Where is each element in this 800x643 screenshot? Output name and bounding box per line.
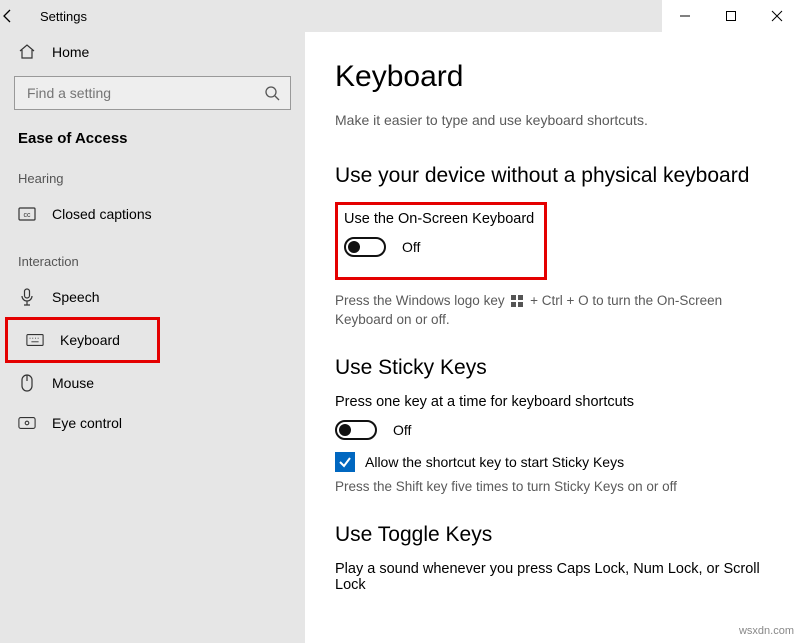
sidebar: Home Ease of Access Hearing cc Closed ca… (0, 32, 305, 643)
keyboard-icon (26, 331, 44, 349)
main-content: Keyboard Make it easier to type and use … (305, 32, 800, 643)
osk-toggle-state: Off (402, 239, 420, 255)
windows-logo-icon (511, 295, 523, 307)
search-input[interactable] (25, 84, 229, 102)
osk-hint: Press the Windows logo key + Ctrl + O to… (335, 292, 770, 330)
nav-speech[interactable]: Speech (0, 277, 305, 317)
osk-toggle[interactable] (344, 237, 386, 257)
section-heading: Use Sticky Keys (335, 356, 770, 380)
highlight-on-screen-keyboard: Use the On-Screen Keyboard Off (335, 202, 547, 280)
search-box[interactable] (14, 76, 291, 110)
close-button[interactable] (754, 0, 800, 32)
eye-control-icon (18, 414, 36, 432)
sticky-toggle[interactable] (335, 420, 377, 440)
closed-captions-icon: cc (18, 205, 36, 223)
sticky-shortcut-checkbox[interactable] (335, 452, 355, 472)
title-bar: Settings (0, 0, 800, 32)
section-heading: Use your device without a physical keybo… (335, 164, 770, 188)
nav-eye-control-label: Eye control (52, 415, 122, 431)
nav-keyboard[interactable]: Keyboard (8, 320, 157, 360)
nav-closed-captions[interactable]: cc Closed captions (0, 194, 305, 234)
section-heading: Use Toggle Keys (335, 523, 770, 547)
svg-text:cc: cc (24, 212, 32, 219)
page-title: Keyboard (335, 60, 770, 94)
section-no-physical-keyboard: Use your device without a physical keybo… (335, 164, 770, 330)
page-subtitle: Make it easier to type and use keyboard … (335, 112, 770, 128)
nav-keyboard-label: Keyboard (60, 332, 120, 348)
maximize-button[interactable] (708, 0, 754, 32)
home-icon (18, 43, 36, 61)
toggle-desc: Play a sound whenever you press Caps Loc… (335, 561, 770, 593)
nav-home[interactable]: Home (0, 32, 305, 72)
sticky-desc: Press one key at a time for keyboard sho… (335, 394, 770, 410)
section-toggle-keys: Use Toggle Keys Play a sound whenever yo… (335, 523, 770, 593)
nav-mouse-label: Mouse (52, 375, 94, 391)
microphone-icon (18, 288, 36, 306)
sidebar-category: Ease of Access (0, 118, 305, 151)
nav-home-label: Home (52, 44, 89, 60)
sidebar-group-hearing: Hearing (0, 151, 305, 194)
mouse-icon (18, 374, 36, 392)
nav-closed-captions-label: Closed captions (52, 206, 152, 222)
sticky-shortcut-label: Allow the shortcut key to start Sticky K… (365, 454, 624, 470)
nav-mouse[interactable]: Mouse (0, 363, 305, 403)
sidebar-group-interaction: Interaction (0, 234, 305, 277)
minimize-button[interactable] (662, 0, 708, 32)
use-osk-label: Use the On-Screen Keyboard (344, 211, 534, 227)
section-sticky-keys: Use Sticky Keys Press one key at a time … (335, 356, 770, 497)
sticky-toggle-state: Off (393, 422, 411, 438)
nav-eye-control[interactable]: Eye control (0, 403, 305, 443)
search-icon (264, 85, 280, 101)
back-button[interactable] (0, 8, 40, 24)
nav-speech-label: Speech (52, 289, 99, 305)
sticky-hint: Press the Shift key five times to turn S… (335, 478, 770, 497)
watermark: wsxdn.com (739, 625, 794, 637)
window-title: Settings (40, 9, 87, 24)
